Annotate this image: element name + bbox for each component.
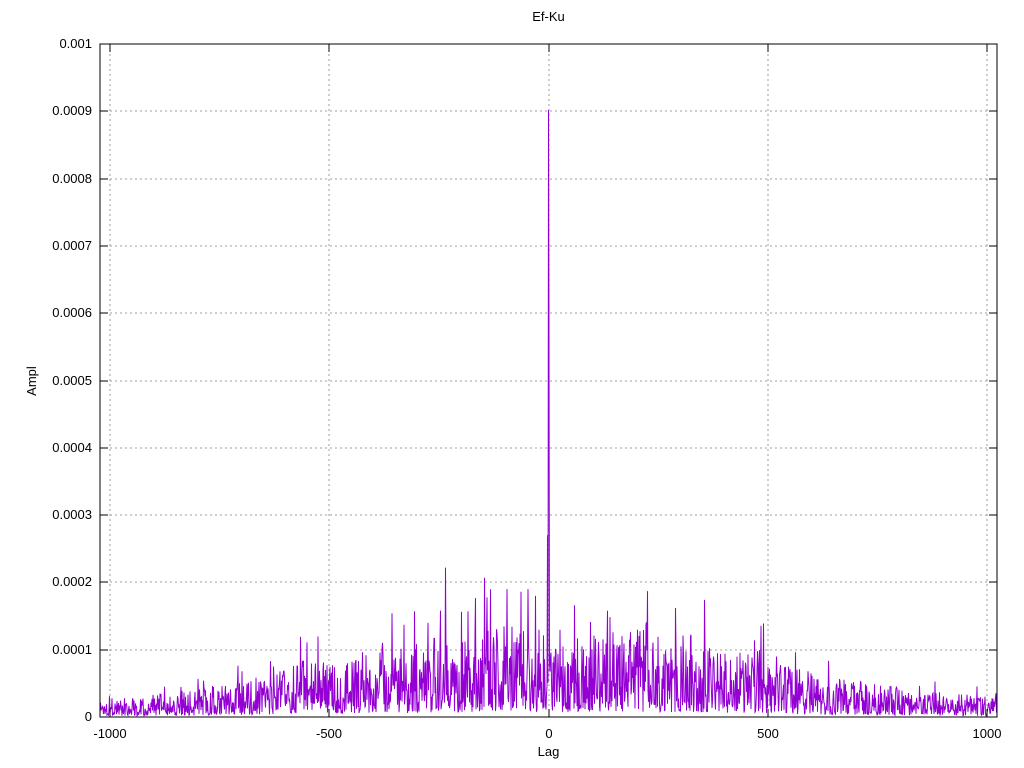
y-tick-label: 0.0007 xyxy=(52,238,92,253)
y-tick-label: 0.0002 xyxy=(52,574,92,589)
x-tick-label: 500 xyxy=(757,726,779,741)
x-tick-label: -500 xyxy=(316,726,342,741)
y-tick-label: 0.0001 xyxy=(52,642,92,657)
y-tick-label: 0.0009 xyxy=(52,103,92,118)
x-tick-label: 0 xyxy=(545,726,552,741)
y-tick-label: 0.0006 xyxy=(52,305,92,320)
y-tick-label: 0 xyxy=(85,709,92,724)
gnuplot-chart-window: Ef-Ku Ampl Lag -1000 -500 0 500 1000 0 0.0001 0… xyxy=(0,0,1024,768)
y-tick-label: 0.0004 xyxy=(52,440,92,455)
x-tick-label: 1000 xyxy=(973,726,1002,741)
plot-area: -1000 -500 0 500 1000 0 0.0001 0.0002 0.0003 0.00… xyxy=(52,36,1002,741)
y-tick-label: 0.0003 xyxy=(52,507,92,522)
y-tick-label: 0.0005 xyxy=(52,373,92,388)
x-tick-label: -1000 xyxy=(93,726,126,741)
y-tick-label: 0.001 xyxy=(59,36,92,51)
y-tick-label: 0.0008 xyxy=(52,171,92,186)
series-line xyxy=(99,109,998,717)
